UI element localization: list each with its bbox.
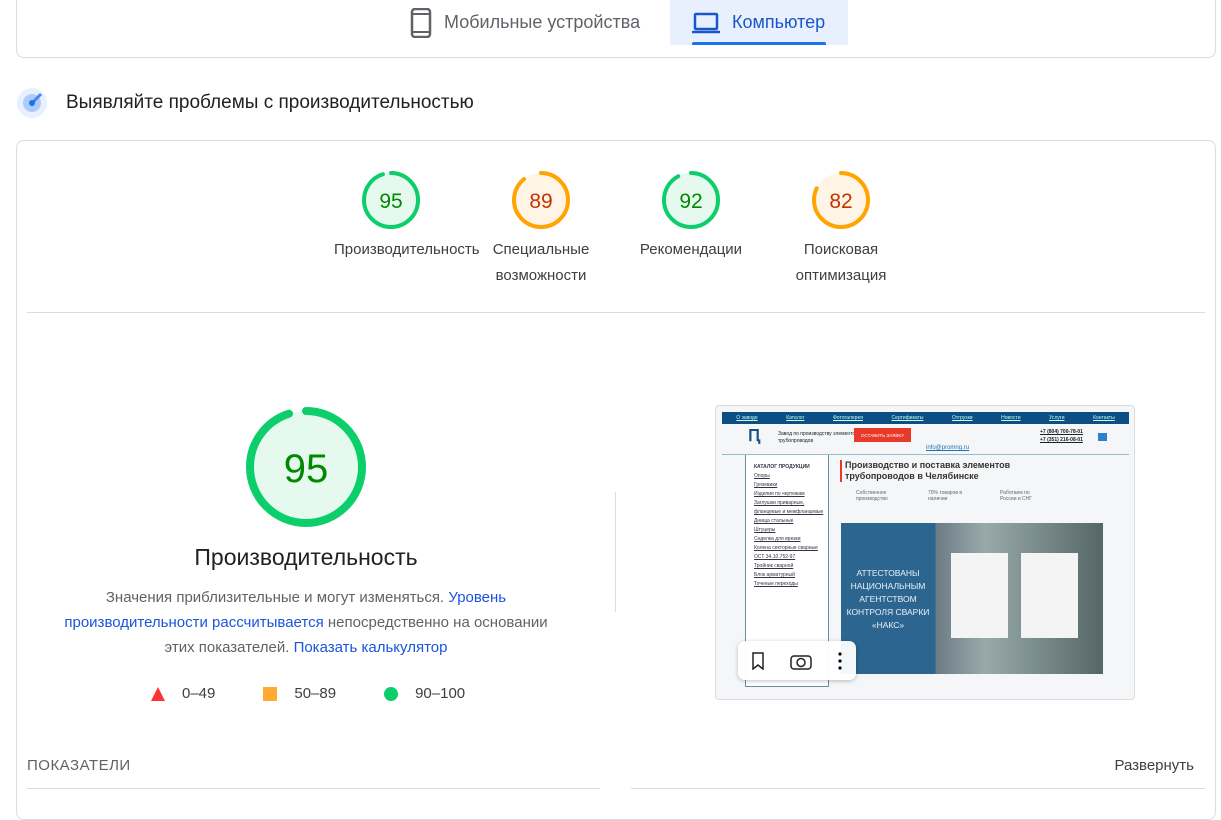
- score-value: 82: [829, 190, 852, 213]
- score-description: Значения приблизительные и могут изменят…: [64, 589, 548, 656]
- tab-label: Мобильные устройства: [444, 12, 641, 32]
- phone-icon: [410, 7, 432, 38]
- tab-label: Компьютер: [732, 12, 826, 32]
- divider: [27, 312, 1205, 313]
- site-nav-item: Контакты: [1093, 415, 1115, 421]
- site-nav-item: Фотогалерея: [833, 415, 863, 421]
- main-score-gauge: 95: [246, 407, 366, 527]
- metrics-heading: ПОКАЗАТЕЛИ: [27, 757, 131, 774]
- site-catalog-item: Точеные переходы: [754, 581, 798, 587]
- expand-button[interactable]: Развернуть: [1114, 757, 1194, 774]
- site-catalog-item: Грязевики: [754, 482, 778, 488]
- site-nav-item: Отгрузки: [952, 415, 973, 421]
- site-nav-item: Услуги: [1049, 415, 1065, 421]
- site-nav: О заводе Каталог Фотогалерея Сертификаты Отг…: [722, 412, 1129, 424]
- show-calculator-link[interactable]: Показать калькулятор: [294, 639, 448, 656]
- site-catalog-item: Опоры: [754, 473, 770, 479]
- site-nav-item: Каталог: [786, 415, 805, 421]
- score-value: 92: [679, 190, 702, 213]
- tab-desktop[interactable]: Компьютер: [670, 0, 848, 45]
- main-score-value: 95: [284, 447, 329, 491]
- bookmark-icon[interactable]: [751, 651, 765, 670]
- score-value: 95: [379, 190, 402, 213]
- score-legend: 0–49 50–89 90–100: [150, 685, 465, 702]
- site-feature: Собственное производство: [856, 490, 888, 502]
- site-nav-item: Новости: [1001, 415, 1021, 421]
- site-feature: Работаем по России и СНГ: [1000, 490, 1032, 502]
- site-catalog-item: Колена секторные сварные ОСТ 34.10.752-9…: [754, 545, 818, 560]
- score-label: Производительность: [334, 241, 480, 258]
- score-gauge[interactable]: 95 Производительность: [316, 169, 480, 263]
- score-label: Поисковая оптимизация: [795, 241, 887, 284]
- score-ring: 82: [812, 171, 870, 229]
- more-options-icon[interactable]: [837, 651, 843, 671]
- divider: [615, 492, 616, 612]
- site-catalog-item: Тройник сварной: [754, 563, 794, 569]
- site-feature: 70% товаров в наличии: [928, 490, 963, 502]
- site-catalog-item: Заглушки приварные, фланцевые и межфланц…: [754, 500, 824, 515]
- score-ring: 95: [362, 171, 420, 229]
- score-gauge[interactable]: 89 Специальные возможности: [466, 169, 616, 289]
- score-gauge[interactable]: 82 Поисковая оптимизация: [766, 169, 916, 289]
- vk-icon: [1098, 433, 1107, 441]
- score-label: Рекомендации: [639, 241, 743, 258]
- square-icon: [263, 686, 278, 701]
- laptop-icon: [692, 12, 720, 33]
- site-catalog-item: Изделия по чертежам: [754, 491, 805, 497]
- site-catalog-item: Седелка для врезки: [754, 536, 801, 542]
- section-title: Выявляйте проблемы с производительностью: [66, 92, 474, 113]
- site-catalog-item: Блок арматурный: [754, 572, 795, 578]
- site-nav-item: Сертификаты: [891, 415, 924, 421]
- triangle-icon: [151, 686, 165, 701]
- tab-mobile[interactable]: Мобильные устройства: [388, 0, 662, 45]
- site-catalog-item: Днища стальные: [754, 518, 794, 524]
- score-ring: 92: [662, 171, 720, 229]
- score-gauge[interactable]: 92 Рекомендации: [616, 169, 766, 263]
- score-ring: 89: [512, 171, 570, 229]
- site-catalog-item: Штуцеры: [754, 527, 776, 533]
- score-value: 89: [529, 190, 552, 213]
- page-screenshot: О заводе Каталог Фотогалерея Сертификаты Отг…: [715, 405, 1135, 700]
- site-nav-item: О заводе: [736, 415, 758, 421]
- image-toolbar: [738, 641, 856, 680]
- site-logo: Ԥ: [748, 428, 761, 445]
- site-banner: АТТЕСТОВАНЫ НАЦИОНАЛЬНЫМ АГЕНТСТВОМ КОНТ…: [841, 523, 1103, 674]
- camera-icon[interactable]: [790, 652, 812, 670]
- circle-icon: [384, 686, 399, 701]
- score-label: Специальные возможности: [492, 241, 590, 284]
- main-score-title: Производительность: [194, 544, 418, 570]
- performance-gauge-icon: [17, 88, 47, 118]
